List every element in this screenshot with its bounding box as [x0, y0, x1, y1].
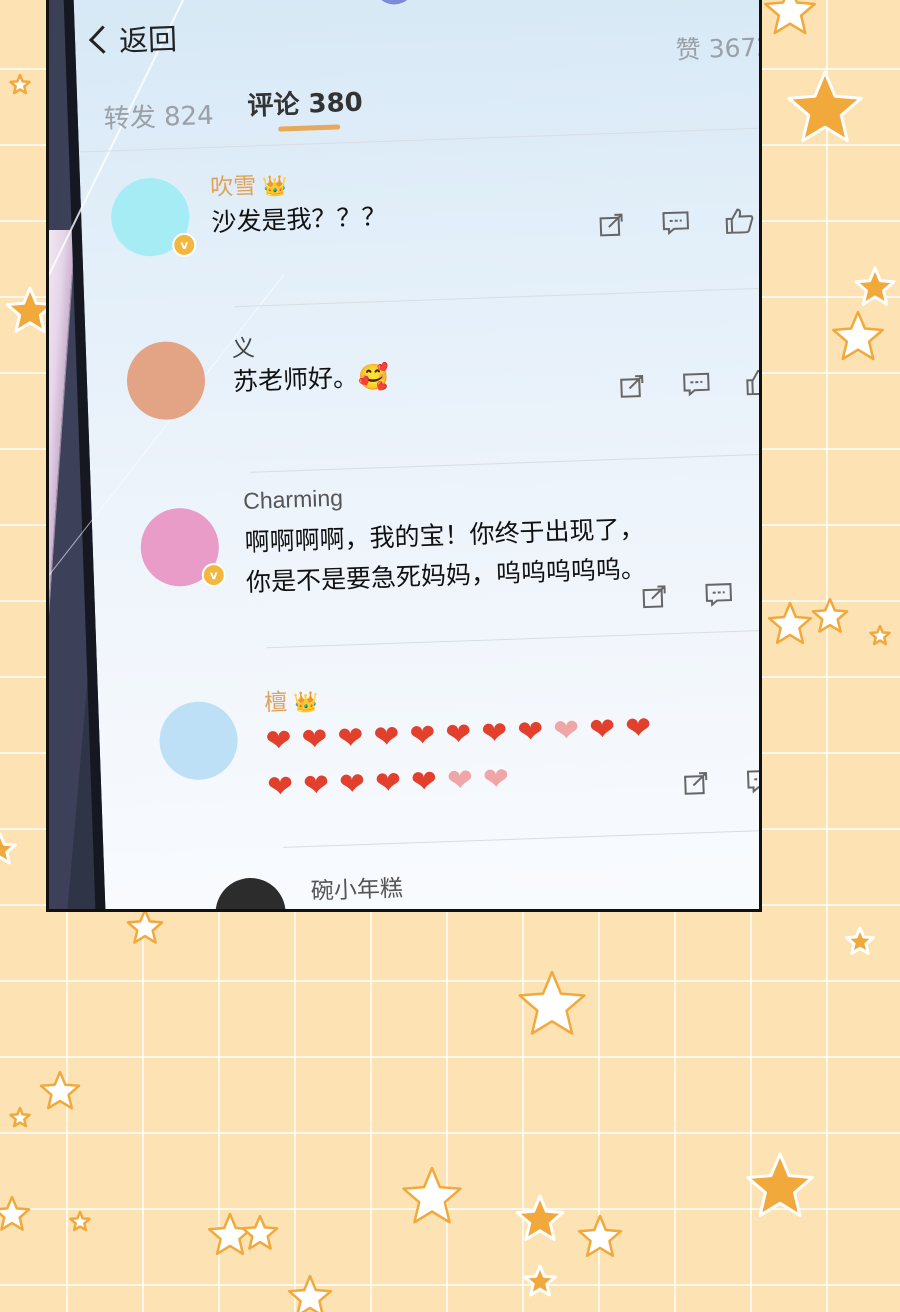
star-icon	[69, 1210, 91, 1232]
tab-reposts[interactable]: 转发 824	[103, 95, 214, 136]
heart-icon: ❤	[302, 767, 330, 805]
heart-icon: ❤	[410, 763, 438, 801]
star-icon	[241, 1214, 279, 1250]
comment-text: 沙发是我？？？	[210, 201, 387, 237]
star-icon	[845, 926, 875, 955]
comment-author-name[interactable]: 檀 👑	[264, 682, 319, 718]
comment-divider	[234, 285, 759, 308]
comment-actions	[617, 368, 759, 400]
comment-divider	[283, 827, 759, 848]
comment-icon[interactable]	[745, 768, 759, 795]
comment-item: v 吹雪 👑 沙发是我？？？ 1	[79, 141, 759, 258]
heart-icon: ❤	[552, 712, 580, 750]
verified-icon: v	[171, 232, 197, 258]
comment-actions	[681, 768, 759, 797]
comment-icon[interactable]	[660, 209, 691, 236]
comment-author-name[interactable]: 碗小年糕	[310, 869, 403, 906]
heart-icon: ❤	[624, 709, 652, 747]
star-icon	[767, 601, 813, 645]
star-icon	[869, 624, 891, 646]
heart-icon: ❤	[480, 714, 508, 752]
star-icon	[9, 1106, 31, 1128]
comment-item: v Charming 啊啊啊啊，我的宝！你终于出现了， 你是不是要急死妈妈，呜呜…	[91, 466, 759, 609]
share-icon[interactable]	[617, 373, 648, 400]
crown-icon: 👑	[261, 173, 288, 199]
comment-divider	[266, 627, 759, 649]
star-icon	[402, 1166, 462, 1224]
share-icon[interactable]	[596, 211, 627, 238]
star-icon	[39, 1070, 81, 1110]
star-icon	[577, 1214, 623, 1258]
heart-emoji-row: ❤ ❤ ❤ ❤ ❤ ❤ ❤ ❤ ❤ ❤ ❤ ❤ ❤ ❤ ❤ ❤ ❤ ❤	[265, 707, 668, 807]
star-icon	[207, 1212, 253, 1256]
heart-icon: ❤	[408, 717, 437, 755]
star-icon	[287, 1274, 333, 1312]
comment-author-name[interactable]: 吹雪 👑	[210, 165, 288, 202]
crown-icon: 👑	[292, 689, 319, 715]
avatar[interactable]	[214, 876, 287, 909]
heart-icon: ❤	[446, 762, 474, 800]
heart-icon: ❤	[264, 722, 293, 760]
heart-icon: ❤	[444, 716, 473, 754]
star-icon	[518, 970, 586, 1035]
thumbs-up-icon[interactable]	[724, 207, 755, 235]
share-icon[interactable]	[681, 770, 712, 797]
heart-icon: ❤	[338, 765, 366, 803]
back-label: 返回	[118, 22, 178, 59]
heart-icon: ❤	[372, 718, 401, 756]
avatar[interactable]	[158, 700, 239, 782]
comment-author-name[interactable]: Charming	[243, 485, 344, 515]
comment-actions	[639, 581, 734, 610]
heart-icon: ❤	[374, 764, 402, 802]
comment-text: 苏老师好。🥰	[232, 361, 390, 397]
tab-comments[interactable]: 评论 380	[247, 82, 364, 123]
likes-total[interactable]: 赞 3672	[675, 27, 759, 66]
verified-icon: v	[201, 562, 227, 588]
star-icon	[9, 73, 31, 95]
author-name[interactable]: 苏唱	[428, 0, 473, 3]
comment-item: 义 苏老师好。🥰	[85, 301, 759, 421]
heart-icon: ❤	[336, 719, 365, 757]
star-icon	[764, 0, 816, 35]
star-icon	[0, 1195, 31, 1231]
comment-divider	[250, 451, 759, 473]
heart-icon: ❤	[588, 711, 616, 749]
comment-icon[interactable]	[703, 581, 734, 608]
comment-author-name[interactable]: 义	[231, 329, 255, 364]
back-chevron-icon	[88, 25, 118, 54]
like-count: 1	[758, 207, 762, 232]
comment-item: 檀 👑 ❤ ❤ ❤ ❤ ❤ ❤ ❤ ❤ ❤ ❤ ❤ ❤ ❤ ❤ ❤ ❤ ❤ ❤	[97, 643, 759, 805]
heart-icon: ❤	[300, 721, 329, 759]
comment-actions: 1	[596, 206, 762, 238]
star-icon	[854, 266, 896, 306]
comment-icon[interactable]	[681, 371, 712, 398]
star-icon	[746, 1152, 814, 1217]
active-tab-indicator	[278, 124, 341, 132]
back-button[interactable]: 返回	[86, 16, 178, 61]
phone-screenshot-panel: 苏唱 返回 赞 3672 转发 824 评论 380 v 吹雪👑 沙发是我？？？…	[46, 0, 762, 912]
star-icon	[811, 597, 849, 633]
star-icon	[515, 1194, 565, 1241]
avatar[interactable]	[125, 340, 207, 421]
star-icon	[787, 70, 863, 143]
share-icon[interactable]	[639, 583, 670, 610]
star-icon	[523, 1264, 557, 1297]
thumbs-up-icon[interactable]	[745, 368, 759, 396]
heart-icon: ❤	[516, 713, 544, 751]
author-avatar[interactable]	[372, 0, 416, 6]
star-icon	[832, 310, 884, 361]
weibo-comment-screen: 苏唱 返回 赞 3672 转发 824 评论 380 v 吹雪👑 沙发是我？？？…	[49, 0, 759, 909]
heart-icon: ❤	[266, 768, 294, 806]
heart-icon: ❤	[482, 760, 510, 798]
star-icon	[0, 832, 17, 865]
star-icon	[126, 908, 164, 944]
